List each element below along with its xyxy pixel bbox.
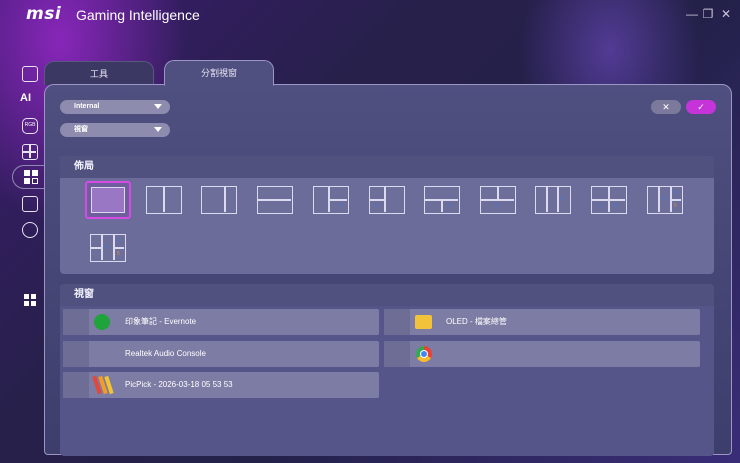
confirm-button[interactable]: ✓ xyxy=(686,100,716,114)
layout-option-two-columns[interactable] xyxy=(146,186,182,214)
window-icon-slot xyxy=(63,309,89,335)
layout-section-title: 佈局 xyxy=(60,156,714,178)
tab-split-window[interactable]: 分割視窗 xyxy=(164,60,274,86)
tools-icon[interactable] xyxy=(22,144,38,160)
layout-section: 佈局 xyxy=(60,156,714,274)
window-item-realtek[interactable]: Realtek Audio Console xyxy=(63,341,379,367)
layout-option-two-plus-right[interactable]: 3 xyxy=(369,186,405,214)
layout-option-three-columns[interactable]: 3 xyxy=(535,186,571,214)
layout-option-full[interactable] xyxy=(85,181,131,219)
title-bar: msi Gaming Intelligence — ❐ ✕ xyxy=(0,0,740,30)
tab-tools[interactable]: 工具 xyxy=(44,61,154,85)
maximize-button[interactable]: ❐ xyxy=(700,6,716,22)
layout-option-five-panes-alt[interactable]: 3 4 5 xyxy=(90,234,126,262)
window-icon-slot xyxy=(384,341,410,367)
window-icon-slot xyxy=(384,309,410,335)
rgb-icon[interactable]: RGB xyxy=(22,118,38,134)
chevron-down-icon xyxy=(154,104,162,109)
display-icon[interactable] xyxy=(22,66,38,82)
display-select[interactable]: Internal xyxy=(60,100,170,114)
picpick-icon xyxy=(92,375,114,395)
window-item-oled-explorer[interactable]: OLED - 檔案總管 xyxy=(384,309,700,335)
cancel-button[interactable]: ✕ xyxy=(651,100,681,114)
layout-option-left-plus-two[interactable]: 3 xyxy=(313,186,349,214)
image-icon[interactable] xyxy=(22,196,38,212)
split-window-icon xyxy=(24,170,38,184)
mode-select[interactable]: 視窗 xyxy=(60,123,170,137)
layout-option-two-columns-wide[interactable] xyxy=(201,186,237,214)
display-select-value: Internal xyxy=(74,103,100,110)
rgb-icon-label: RGB xyxy=(24,122,36,128)
window-label: 印象筆記 - Evernote xyxy=(125,317,197,326)
chrome-icon xyxy=(416,346,432,362)
minimize-button[interactable]: — xyxy=(684,6,700,22)
layout-option-top-split-bottom[interactable]: 3 xyxy=(480,186,516,214)
network-icon[interactable] xyxy=(22,222,38,238)
msi-logo: msi xyxy=(26,4,62,24)
chevron-down-icon xyxy=(154,127,162,132)
layout-option-two-rows[interactable] xyxy=(257,186,293,214)
layout-option-four-grid[interactable]: 3 4 xyxy=(591,186,627,214)
layout-option-five-panes[interactable]: 3 4 5 xyxy=(647,186,683,214)
app-title: Gaming Intelligence xyxy=(76,7,200,23)
windows-section-title: 視窗 xyxy=(60,284,714,306)
window-icon-slot xyxy=(63,372,89,398)
window-icon-slot xyxy=(63,341,89,367)
layout-preview xyxy=(91,187,125,213)
window-label: Realtek Audio Console xyxy=(125,349,206,358)
folder-icon xyxy=(415,315,432,329)
window-item-evernote[interactable]: 印象筆記 - Evernote xyxy=(63,309,379,335)
ai-icon[interactable]: AI xyxy=(20,92,31,104)
window-label: PicPick - 2026-03-18 05 53 53 xyxy=(125,380,233,389)
evernote-icon xyxy=(94,314,110,330)
close-button[interactable]: ✕ xyxy=(718,6,734,22)
mode-select-value: 視窗 xyxy=(74,126,88,133)
apps-icon[interactable] xyxy=(24,294,36,306)
window-item-chrome[interactable] xyxy=(384,341,700,367)
window-item-picpick[interactable]: PicPick - 2026-03-18 05 53 53 xyxy=(63,372,379,398)
layout-option-top-bottom-split[interactable]: 3 xyxy=(424,186,460,214)
window-label: OLED - 檔案總管 xyxy=(446,317,507,326)
